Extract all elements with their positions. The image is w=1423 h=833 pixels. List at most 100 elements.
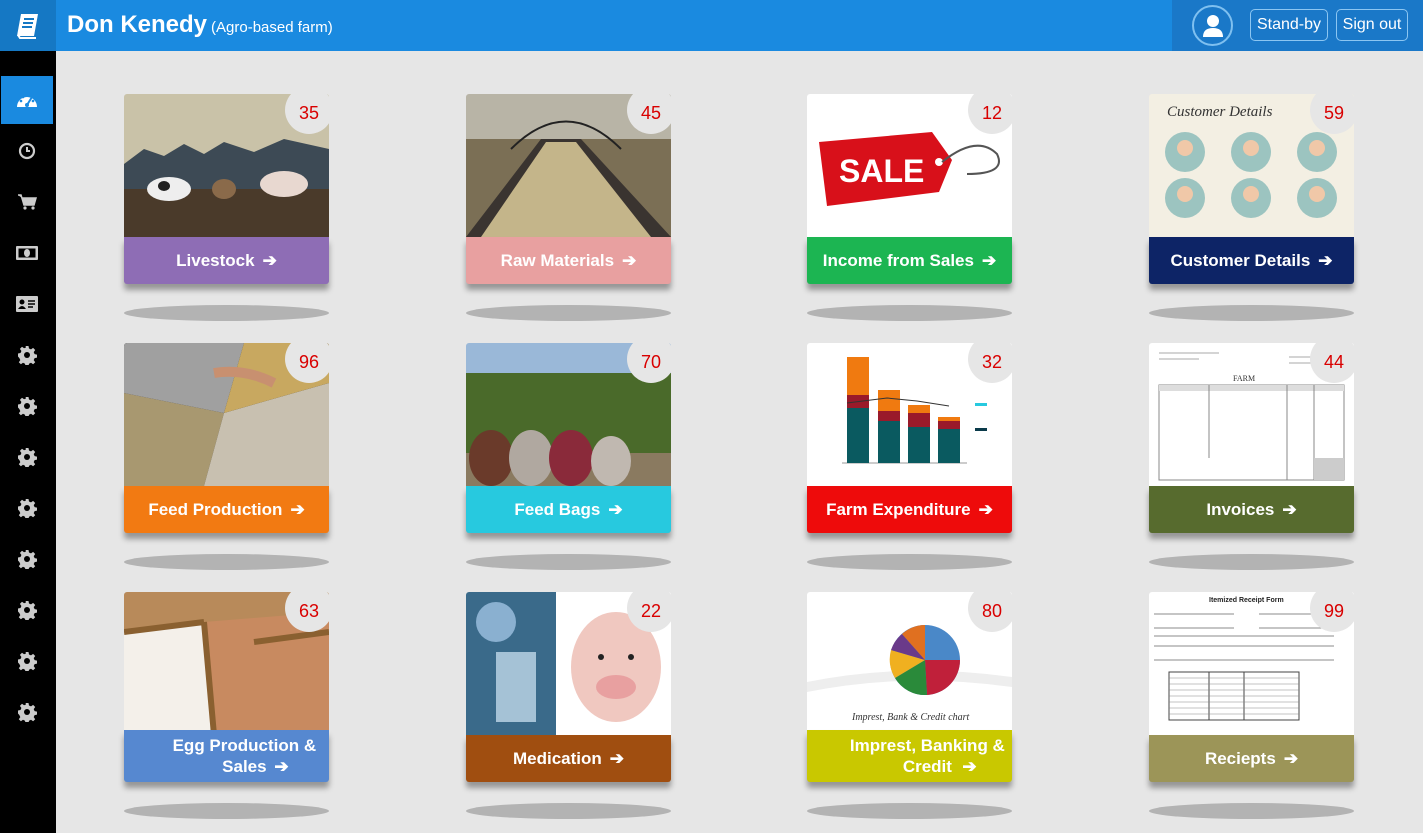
card-shadow xyxy=(124,305,329,321)
card-label: Invoices xyxy=(1206,500,1275,519)
clock-icon xyxy=(18,142,36,160)
count-badge: 32 xyxy=(968,335,1016,383)
gear-icon xyxy=(18,397,37,416)
card-shadow xyxy=(466,305,671,321)
card-label: Income from Sales xyxy=(822,251,974,270)
count-badge: 99 xyxy=(1310,584,1358,632)
money-icon xyxy=(16,246,38,260)
arrow-right-icon: ➔ xyxy=(608,500,623,519)
sidebar-item-settings-7[interactable] xyxy=(1,637,53,685)
card-button[interactable]: Reciepts ➔ xyxy=(1149,735,1354,782)
user-name: Don Kenedy xyxy=(67,11,208,38)
count-badge: 12 xyxy=(968,86,1016,134)
card-shadow xyxy=(466,803,671,819)
gear-icon xyxy=(18,448,37,467)
sidebar-item-settings-5[interactable] xyxy=(1,535,53,583)
sidebar-item-settings-6[interactable] xyxy=(1,586,53,634)
card-label: Egg Production & Sales xyxy=(172,736,317,776)
sidebar-item-settings-4[interactable] xyxy=(1,484,53,532)
arrow-right-icon: ➔ xyxy=(981,251,997,270)
arrow-right-icon: ➔ xyxy=(1282,500,1297,519)
arrow-right-icon: ➔ xyxy=(262,251,277,270)
card-button[interactable]: Egg Production & Sales ➔ xyxy=(124,730,329,782)
count-badge: 80 xyxy=(968,584,1016,632)
card-button[interactable]: Feed Bags ➔ xyxy=(466,486,671,533)
gear-icon xyxy=(18,652,37,671)
sidebar-item-settings-3[interactable] xyxy=(1,433,53,481)
card-shadow xyxy=(807,803,1012,819)
customer-details-title: Customer Details xyxy=(1167,104,1273,120)
arrow-right-icon: ➔ xyxy=(274,756,289,776)
card-shadow xyxy=(466,554,671,570)
cart-icon xyxy=(18,194,37,210)
sidebar-item-settings-8[interactable] xyxy=(1,688,53,736)
top-right-panel: Stand-by Sign out xyxy=(1172,0,1423,51)
id-card-icon xyxy=(16,296,38,312)
card-button[interactable]: Invoices ➔ xyxy=(1149,486,1354,533)
card-shadow xyxy=(124,554,329,570)
pie-caption: Imprest, Bank & Credit chart xyxy=(851,712,970,723)
standby-button[interactable]: Stand-by xyxy=(1250,9,1328,41)
card-button[interactable]: Livestock ➔ xyxy=(124,237,329,284)
card-label: Medication xyxy=(512,749,602,768)
arrow-right-icon: ➔ xyxy=(1283,749,1299,768)
gear-icon xyxy=(18,499,37,518)
sidebar-item-settings-2[interactable] xyxy=(1,382,53,430)
gear-icon xyxy=(18,703,37,722)
card-shadow xyxy=(807,305,1012,321)
count-badge: 22 xyxy=(627,584,675,632)
card-label: Livestock xyxy=(176,251,255,270)
card-label: Customer Details xyxy=(1170,251,1311,270)
card-button[interactable]: Income from Sales ➔ xyxy=(807,237,1012,284)
card-shadow xyxy=(1149,803,1354,819)
sidebar-item-settings-1[interactable] xyxy=(1,331,53,379)
card-button[interactable]: Customer Details ➔ xyxy=(1149,237,1354,284)
user-profile-button[interactable] xyxy=(1192,5,1233,46)
receipt-title: Itemized Receipt Form xyxy=(1209,597,1284,604)
sidebar-item-history[interactable] xyxy=(1,127,53,175)
user-icon xyxy=(1202,14,1223,37)
gear-icon xyxy=(18,346,37,365)
sidebar-item-dashboard[interactable] xyxy=(1,76,53,124)
sidebar xyxy=(0,51,56,833)
count-badge: 35 xyxy=(285,86,333,134)
card-button[interactable]: Medication ➔ xyxy=(466,735,671,782)
card-label: Reciepts xyxy=(1204,749,1276,768)
arrow-right-icon: ➔ xyxy=(962,756,977,776)
card-button[interactable]: Farm Expenditure ➔ xyxy=(807,486,1012,533)
card-button[interactable]: Raw Materials ➔ xyxy=(466,237,671,284)
card-shadow xyxy=(1149,554,1354,570)
card-button[interactable]: Feed Production ➔ xyxy=(124,486,329,533)
arrow-right-icon: ➔ xyxy=(609,749,625,768)
card-label: Imprest, Banking & Credit xyxy=(849,736,1005,776)
arrow-right-icon: ➔ xyxy=(290,500,305,519)
gear-icon xyxy=(18,550,37,569)
card-button[interactable]: Imprest, Banking & Credit ➔ xyxy=(807,730,1012,782)
sidebar-item-money[interactable] xyxy=(1,229,53,277)
gear-icon xyxy=(18,601,37,620)
count-badge: 44 xyxy=(1310,335,1358,383)
count-badge: 59 xyxy=(1310,86,1358,134)
card-shadow xyxy=(124,803,329,819)
book-icon xyxy=(17,13,38,39)
arrow-right-icon: ➔ xyxy=(1318,251,1333,270)
card-label: Feed Bags xyxy=(514,500,601,519)
sign-out-button[interactable]: Sign out xyxy=(1336,9,1408,41)
sidebar-item-cart[interactable] xyxy=(1,178,53,226)
card-label: Raw Materials xyxy=(500,251,615,270)
sidebar-item-contacts[interactable] xyxy=(1,280,53,328)
arrow-right-icon: ➔ xyxy=(622,251,637,270)
invoice-header: FARM xyxy=(1233,374,1255,383)
card-shadow xyxy=(807,554,1012,570)
count-badge: 45 xyxy=(627,86,675,134)
card-shadow xyxy=(1149,305,1354,321)
dashboard-icon xyxy=(17,93,37,107)
count-badge: 96 xyxy=(285,335,333,383)
sale-tag-text: SALE xyxy=(839,153,924,189)
arrow-right-icon: ➔ xyxy=(978,500,993,519)
page-subtitle: (Agro-based farm) xyxy=(211,19,333,36)
card-label: Feed Production xyxy=(148,500,283,519)
count-badge: 63 xyxy=(285,584,333,632)
app-logo[interactable] xyxy=(0,0,56,51)
card-label: Farm Expenditure xyxy=(826,500,971,519)
